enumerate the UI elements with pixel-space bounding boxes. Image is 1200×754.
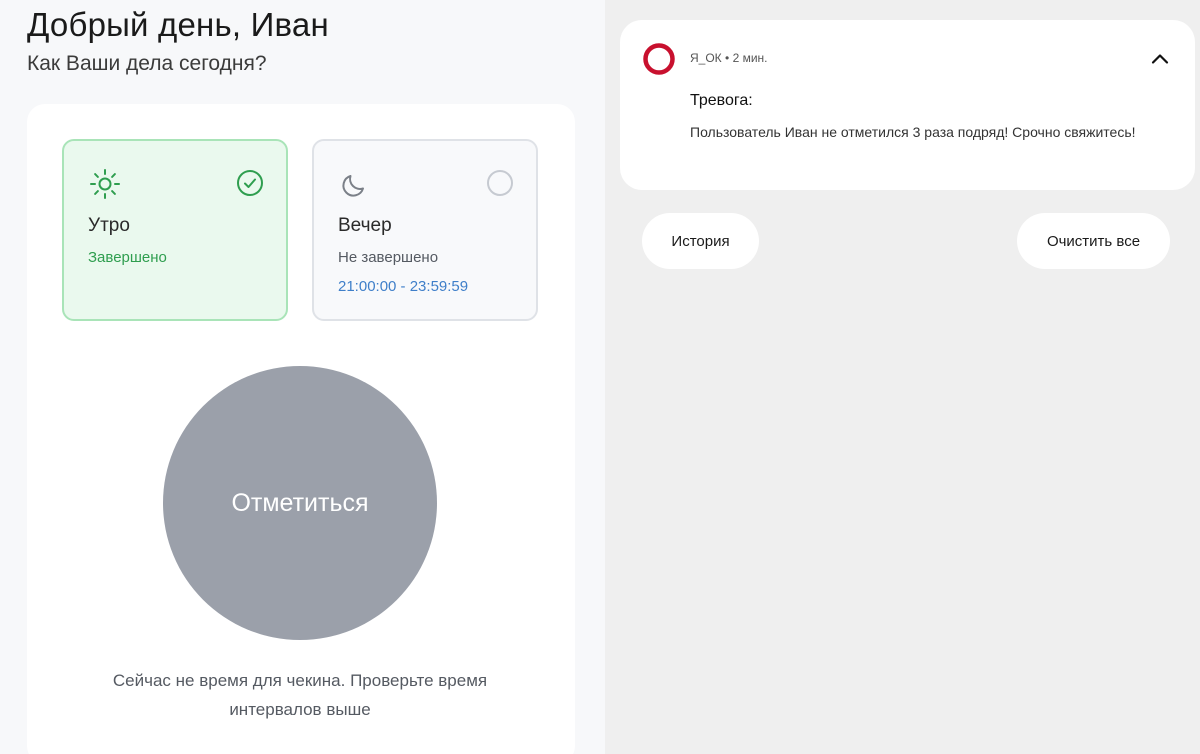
chevron-up-icon[interactable] [1147, 46, 1173, 72]
meta-separator: • [725, 51, 733, 65]
app-ring-logo-icon [642, 42, 676, 76]
notification-card[interactable]: Я_ОК • 2 мин. Тревога: Пользователь Иван… [620, 20, 1195, 190]
notification-app-name: Я_ОК [690, 51, 722, 65]
checkin-card: Утро Завершено Вечер Не завершено 21:00:… [27, 104, 575, 754]
notification-time: 2 мин. [732, 51, 768, 65]
notification-body: Пользователь Иван не отметился 3 раза по… [690, 124, 1136, 140]
slot-title: Вечер [338, 215, 392, 236]
notification-meta: Я_ОК • 2 мин. [690, 51, 767, 65]
notification-shade: Я_ОК • 2 мин. Тревога: Пользователь Иван… [605, 0, 1200, 754]
checkin-note: Сейчас не время для чекина. Проверьте вр… [112, 671, 488, 719]
empty-circle-icon [486, 169, 514, 197]
moon-icon [338, 167, 372, 201]
check-circle-icon [236, 169, 264, 197]
slot-status: Не завершено [338, 249, 439, 266]
slot-morning[interactable]: Утро Завершено [62, 139, 288, 321]
greeting-title: Добрый день, Иван [27, 6, 329, 43]
clear-all-button[interactable]: Очистить все [1017, 213, 1170, 269]
slot-title: Утро [88, 215, 130, 236]
notification-title: Тревога: [690, 92, 753, 109]
history-button[interactable]: История [642, 213, 759, 269]
checkin-button[interactable]: Отметиться [163, 366, 437, 640]
sun-icon [88, 167, 122, 201]
slot-status: Завершено [88, 249, 167, 266]
app-screen: Добрый день, Иван Как Ваши дела сегодня? [0, 0, 605, 754]
checkin-button-label: Отметиться [231, 488, 369, 517]
greeting-subtitle: Как Ваши дела сегодня? [27, 52, 267, 75]
slot-evening[interactable]: Вечер Не завершено 21:00:00 - 23:59:59 [312, 139, 538, 321]
slot-time-range: 21:00:00 - 23:59:59 [338, 278, 469, 295]
